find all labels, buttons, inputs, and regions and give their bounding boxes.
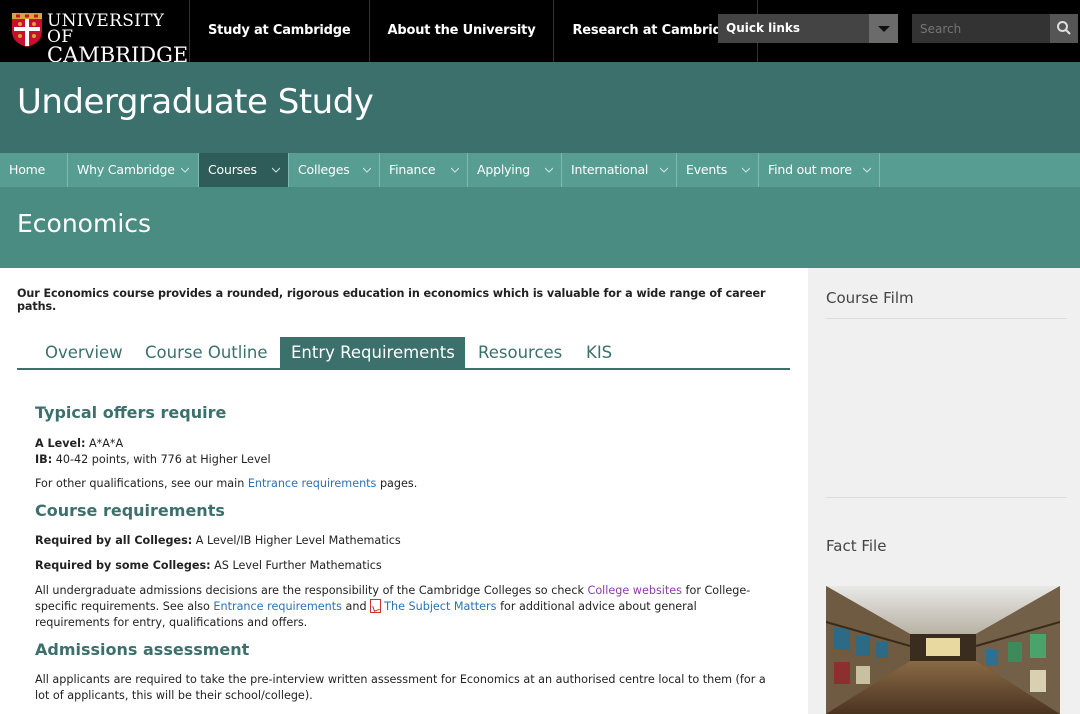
ib-offer: IB: 40-42 points, with 776 at Higher Lev… <box>35 452 770 468</box>
chevron-down-icon[interactable] <box>181 166 189 174</box>
a-level-value: A*A*A <box>89 437 124 450</box>
library-photo <box>826 586 1060 714</box>
main-nav-label: Courses <box>208 162 257 177</box>
search-box <box>912 14 1078 43</box>
main-nav-events[interactable]: Events <box>677 153 759 187</box>
main-nav-colleges[interactable]: Colleges <box>289 153 380 187</box>
search-button[interactable] <box>1050 14 1078 43</box>
required-all-value: A Level/IB Higher Level Mathematics <box>195 534 401 547</box>
university-logo[interactable]: UNIVERSITY OF CAMBRIDGE <box>12 13 188 66</box>
required-some-colleges: Required by some Colleges: AS Level Furt… <box>35 558 770 574</box>
chevron-down-icon[interactable] <box>742 166 750 174</box>
chevron-down-icon[interactable] <box>863 166 871 174</box>
admissions-assessment-heading: Admissions assessment <box>35 640 250 659</box>
top-bar: UNIVERSITY OF CAMBRIDGE Study at Cambrid… <box>0 0 1080 66</box>
nav-study-at-cambridge[interactable]: Study at Cambridge <box>189 0 369 62</box>
required-all-label: Required by all Colleges: <box>35 534 193 547</box>
admissions-decisions-text: All undergraduate admissions decisions a… <box>35 583 770 631</box>
divider <box>826 318 1067 319</box>
main-nav-why-cambridge[interactable]: Why Cambridge <box>68 153 199 187</box>
fact-file-heading: Fact File <box>826 537 887 555</box>
main-nav-label: Home <box>9 162 46 177</box>
admissions-assessment-text: All applicants are required to take the … <box>35 673 766 702</box>
decisions-text-3: and <box>345 600 367 613</box>
required-some-value: AS Level Further Mathematics <box>214 559 382 572</box>
entrance-requirements-link[interactable]: Entrance requirements <box>248 477 377 490</box>
chevron-down-icon[interactable] <box>272 166 280 174</box>
main-nav-courses[interactable]: Courses <box>199 153 289 187</box>
quick-links-label: Quick links <box>726 21 801 35</box>
sidebar: Course Film Fact File <box>808 268 1080 714</box>
main-nav-international[interactable]: International <box>562 153 677 187</box>
pdf-icon <box>370 599 382 613</box>
main-nav-applying[interactable]: Applying <box>468 153 562 187</box>
main-nav-label: Find out more <box>768 162 852 177</box>
main-nav-label: Events <box>686 162 728 177</box>
chevron-down-icon[interactable] <box>451 166 459 174</box>
main-nav-home[interactable]: Home <box>0 153 68 187</box>
search-input[interactable] <box>912 14 1050 43</box>
course-film-heading: Course Film <box>826 289 914 307</box>
page-title: Economics <box>17 209 152 238</box>
chevron-down-icon[interactable] <box>363 166 371 174</box>
logo-line-1: UNIVERSITY OF <box>47 11 165 47</box>
tab-resources[interactable]: Resources <box>468 337 568 369</box>
site-title[interactable]: Undergraduate Study <box>17 82 374 122</box>
course-intro: Our Economics course provides a rounded,… <box>17 287 766 313</box>
chevron-down-icon[interactable] <box>660 166 668 174</box>
site-title-band: Undergraduate Study <box>0 62 1080 153</box>
tab-entry-requirements[interactable]: Entry Requirements <box>280 337 465 369</box>
typical-offers-heading: Typical offers require <box>35 403 227 422</box>
course-tabs: Overview Course Outline Entry Requiremen… <box>17 337 790 370</box>
other-qualifications-suffix: pages. <box>379 477 418 490</box>
divider <box>826 497 1067 498</box>
main-nav-label: Applying <box>477 162 531 177</box>
ib-value: 40-42 points, with 776 at Higher Level <box>55 453 271 466</box>
global-nav: Study at Cambridge About the University … <box>189 0 759 62</box>
other-qualifications: For other qualifications, see our main E… <box>35 476 770 492</box>
main-nav-finance[interactable]: Finance <box>380 153 468 187</box>
college-websites-link[interactable]: College websites <box>588 584 682 597</box>
main-nav-label: Finance <box>389 162 436 177</box>
other-qualifications-text: For other qualifications, see our main <box>35 477 245 490</box>
main-nav: Home Why Cambridge Courses Colleges Fina… <box>0 153 1080 187</box>
entrance-requirements-link-2[interactable]: Entrance requirements <box>213 600 342 613</box>
main-nav-label: Colleges <box>298 162 350 177</box>
nav-about-the-university[interactable]: About the University <box>368 0 554 62</box>
quick-links-select[interactable]: Quick links <box>718 14 898 43</box>
tab-course-outline[interactable]: Course Outline <box>135 337 280 369</box>
subject-matters-link[interactable]: The Subject Matters <box>384 600 496 613</box>
required-some-label: Required by some Colleges: <box>35 559 211 572</box>
main-nav-label: International <box>571 162 649 177</box>
search-icon <box>1057 21 1071 35</box>
a-level-offer: A Level: A*A*A <box>35 436 770 452</box>
decisions-text-1: All undergraduate admissions decisions a… <box>35 584 584 597</box>
chevron-down-icon[interactable] <box>545 166 553 174</box>
main-nav-find-out-more[interactable]: Find out more <box>759 153 880 187</box>
ib-label: IB: <box>35 453 53 466</box>
cambridge-crest-icon <box>12 13 42 47</box>
university-wordmark: UNIVERSITY OF CAMBRIDGE <box>47 11 188 66</box>
tab-overview[interactable]: Overview <box>35 337 135 369</box>
a-level-label: A Level: <box>35 437 86 450</box>
page-title-band: Economics <box>0 187 1080 268</box>
course-requirements-heading: Course requirements <box>35 501 225 520</box>
required-all-colleges: Required by all Colleges: A Level/IB Hig… <box>35 533 770 549</box>
tab-kis[interactable]: KIS <box>576 337 626 369</box>
dropdown-arrow-icon[interactable] <box>869 14 898 43</box>
main-nav-label: Why Cambridge <box>77 162 175 177</box>
